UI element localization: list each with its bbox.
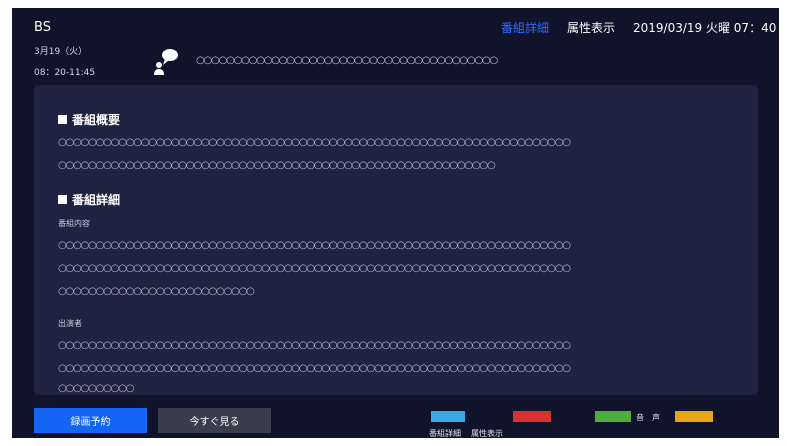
cast-label: 出演者 [58, 319, 82, 328]
green-key-label: 音 声 [636, 413, 660, 422]
content-line: ○○○○○○○○○○○○○○○○○○○○○○○○○○○○○○○○○○○○○○○○… [58, 240, 571, 251]
tab-attribute-display[interactable]: 属性表示 [567, 19, 615, 36]
summary-heading-text: 番組概要 [72, 113, 121, 127]
summary-line: ○○○○○○○○○○○○○○○○○○○○○○○○○○○○○○○○○○○○○○○○… [58, 160, 496, 171]
red-key[interactable] [513, 411, 551, 422]
program-date: 3月19（火） [34, 47, 88, 57]
cast-line: ○○○○○○○○○○ [58, 383, 134, 394]
yellow-key[interactable] [675, 411, 713, 422]
watch-now-button[interactable]: 今すぐ見る [158, 408, 271, 433]
square-bullet-icon [58, 115, 67, 124]
tab-program-detail[interactable]: 番組詳細 [501, 19, 549, 36]
header-bar: BS 番組詳細 属性表示 2019/03/19 火曜 07：40 [12, 8, 779, 42]
summary-line: ○○○○○○○○○○○○○○○○○○○○○○○○○○○○○○○○○○○○○○○○… [58, 137, 571, 148]
program-info-panel[interactable]: 番組概要 ○○○○○○○○○○○○○○○○○○○○○○○○○○○○○○○○○○○… [34, 85, 758, 395]
blue-key-label: 番組詳細 [429, 429, 461, 438]
red-key-label: 属性表示 [471, 429, 503, 438]
channel-label: BS [34, 20, 51, 35]
green-key[interactable] [595, 411, 631, 422]
details-heading: 番組詳細 [58, 191, 120, 208]
summary-heading: 番組概要 [58, 111, 120, 128]
blue-key[interactable] [431, 411, 465, 422]
cast-line: ○○○○○○○○○○○○○○○○○○○○○○○○○○○○○○○○○○○○○○○○… [58, 363, 571, 374]
tv-screen: BS 番組詳細 属性表示 2019/03/19 火曜 07：40 3月19（火）… [12, 8, 779, 438]
record-reservation-button[interactable]: 録画予約 [34, 408, 147, 433]
person-speech-icon [154, 49, 178, 75]
content-line: ○○○○○○○○○○○○○○○○○○○○○○○○○○ [58, 286, 255, 297]
details-heading-text: 番組詳細 [72, 193, 121, 207]
current-datetime: 2019/03/19 火曜 07：40 [633, 21, 777, 35]
content-label: 番組内容 [58, 219, 90, 228]
program-title: ○○○○○○○○○○○○○○○○○○○○○○○○○○○○○○○○○○○○○○○○ [196, 55, 498, 66]
content-line: ○○○○○○○○○○○○○○○○○○○○○○○○○○○○○○○○○○○○○○○○… [58, 263, 571, 274]
square-bullet-icon [58, 195, 67, 204]
cast-line: ○○○○○○○○○○○○○○○○○○○○○○○○○○○○○○○○○○○○○○○○… [58, 340, 571, 351]
program-time: 08：20-11:45 [34, 68, 96, 78]
